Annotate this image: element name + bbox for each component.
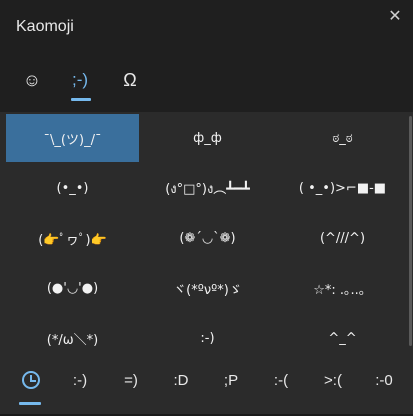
kaomoji-item[interactable]: (•_•) xyxy=(6,164,139,212)
category-tabs: ☺ ;-) Ω xyxy=(0,58,200,102)
kaomoji-category-bar: :-) =) :D ;P :-( >:( :-0 xyxy=(0,358,413,416)
tab-kaomoji-label: ;-) xyxy=(71,70,89,89)
tab-smile[interactable]: =) xyxy=(114,358,148,402)
omega-icon: Ω xyxy=(123,69,137,90)
close-icon[interactable]: ✕ xyxy=(383,4,407,28)
kaomoji-item[interactable]: ( •_•)>⌐■-■ xyxy=(276,164,409,212)
kaomoji-item[interactable]: ¯\_(ツ)_/¯ xyxy=(6,114,139,162)
kaomoji-item[interactable]: (ง°□°)ง︵┻━┻ xyxy=(141,164,274,212)
kaomoji-item[interactable]: (👉ﾟヮﾟ)👉 xyxy=(6,214,139,262)
kaomoji-item[interactable]: (❁´◡`❁) xyxy=(141,214,274,262)
tab-surprised[interactable]: :-0 xyxy=(364,358,404,402)
tab-angry[interactable]: >:( xyxy=(314,358,352,402)
tab-recent[interactable] xyxy=(18,358,44,405)
kaomoji-item[interactable]: ^_^ xyxy=(276,314,409,362)
tab-sad[interactable]: :-( xyxy=(262,358,300,402)
kaomoji-item[interactable]: ヾ(*ºνº*)ゞ xyxy=(141,264,274,312)
clock-icon xyxy=(22,371,40,389)
kaomoji-item[interactable]: (●'◡'●) xyxy=(6,264,139,312)
panel-header: Kaomoji ✕ ☺ ;-) Ω xyxy=(0,0,413,112)
tab-happy[interactable]: :-) xyxy=(62,358,98,402)
kaomoji-item[interactable]: ಠ_ಠ xyxy=(276,114,409,162)
tab-symbols[interactable]: Ω xyxy=(110,58,150,102)
tab-grin[interactable]: :D xyxy=(163,358,199,402)
kaomoji-panel: Kaomoji ✕ ☺ ;-) Ω ¯\_(ツ)_/¯ ф_ф ಠ_ಠ (•_•… xyxy=(0,0,413,416)
kaomoji-grid: ¯\_(ツ)_/¯ ф_ф ಠ_ಠ (•_•) (ง°□°)ง︵┻━┻ ( •_… xyxy=(6,114,409,358)
grid-scrollbar[interactable] xyxy=(409,116,412,346)
kaomoji-item[interactable]: (^///^) xyxy=(276,214,409,262)
kaomoji-item[interactable]: ☆*: .｡..。 xyxy=(276,264,409,312)
tab-emoji[interactable]: ☺ xyxy=(12,58,52,102)
kaomoji-item[interactable]: ф_ф xyxy=(141,114,274,162)
kaomoji-item[interactable]: (*/ω＼*) xyxy=(6,314,139,362)
smiley-icon: ☺ xyxy=(22,69,42,90)
panel-title: Kaomoji xyxy=(16,18,74,35)
kaomoji-item[interactable]: :-) xyxy=(141,314,274,362)
tab-kaomoji[interactable]: ;-) xyxy=(60,58,100,102)
tab-tongue[interactable]: ;P xyxy=(214,358,248,402)
